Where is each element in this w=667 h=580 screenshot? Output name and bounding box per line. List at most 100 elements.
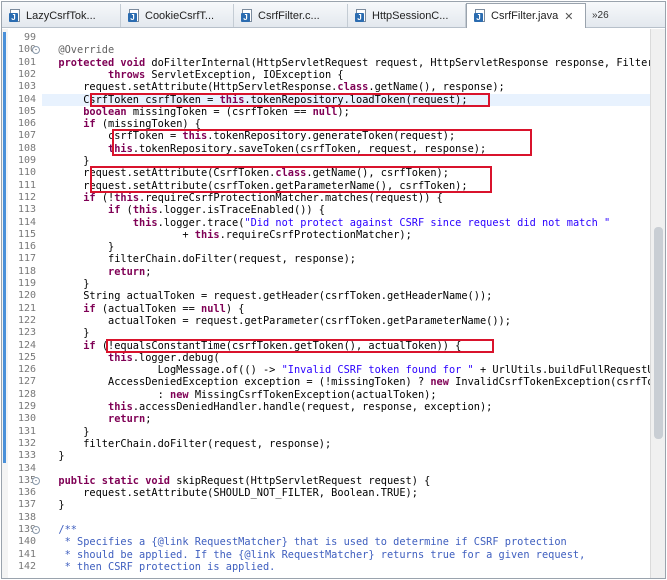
code-area[interactable]: @Override protected void doFilterInterna… [42, 29, 650, 578]
line-number: 121 [17, 302, 36, 314]
code-token: : [46, 388, 170, 401]
code-token: + [46, 228, 195, 241]
code-line[interactable]: } [46, 155, 89, 167]
code-token: missingToken = (csrfToken == [132, 105, 313, 118]
editor-tab[interactable]: J CsrfFilter.c... [234, 4, 348, 27]
code-token: } [46, 425, 90, 438]
code-token: this [114, 191, 140, 204]
line-number: 112 [17, 191, 36, 203]
code-line[interactable]: boolean missingToken = (csrfToken == nul… [46, 106, 350, 118]
line-number: 104 [17, 93, 36, 105]
code-token: } [46, 450, 65, 463]
code-token: skipRequest(HttpServletRequest request) … [176, 474, 431, 487]
code-line[interactable]: + this.requireCsrfProtectionMatcher); [46, 228, 412, 241]
line-number: 130 [17, 413, 36, 425]
scrollbar-thumb[interactable] [654, 227, 663, 439]
code-token: .logger.trace( [157, 216, 245, 229]
code-line[interactable]: String actualToken = request.getHeader(c… [46, 290, 492, 302]
editor-tab[interactable]: J LazyCsrfTok... [2, 4, 121, 27]
code-token: .requireCsrfProtectionMatcher.matches(re… [139, 191, 443, 204]
fold-toggle-icon[interactable]: - [32, 46, 40, 55]
editor-tab-bar: J LazyCsrfTok... J CookieCsrfT... J CsrfFilte… [2, 2, 665, 28]
fold-toggle-icon[interactable]: - [32, 476, 40, 485]
code-token: actualToken = request.getParameter(csrfT… [46, 314, 511, 327]
code-line[interactable]: public static void skipRequest(HttpServl… [46, 475, 430, 487]
code-line[interactable]: actualToken = request.getParameter(csrfT… [46, 315, 511, 327]
line-number: 138 [17, 511, 36, 523]
code-line[interactable]: } [46, 450, 65, 463]
code-token: filterChain.doFilter(request, response); [46, 437, 332, 450]
line-number: 105 [17, 105, 36, 117]
code-token: + UrlUtils.buildFullRequestUrl(request [479, 364, 650, 377]
code-line[interactable]: if (actualToken == null) { [46, 303, 244, 315]
code-line[interactable]: filterChain.doFilter(request, response); [46, 438, 331, 450]
editor-tab[interactable]: J HttpSessionC... [348, 4, 466, 27]
code-token: String actualToken = request.getHeader(c… [46, 290, 493, 303]
code-token: if [83, 302, 102, 315]
code-token: ; [145, 265, 152, 278]
code-line[interactable]: * should be applied. If the {@link Reque… [46, 549, 586, 561]
code-line[interactable]: /** [46, 524, 77, 536]
code-line[interactable]: } [46, 499, 64, 511]
code-line[interactable]: return; [46, 413, 151, 425]
line-number: 128 [17, 388, 36, 400]
code-line[interactable]: } [46, 327, 89, 339]
code-token: /** [46, 524, 77, 536]
code-token: ServletException, IOException { [151, 68, 344, 81]
line-number: 129 [17, 401, 36, 412]
change-ruler-bar [3, 32, 6, 463]
code-token: } [46, 241, 115, 254]
code-line[interactable]: this.accessDeniedHandler.handle(request,… [46, 401, 492, 413]
code-token: .requireCsrfProtectionMatcher); [219, 228, 412, 241]
code-token: return [108, 413, 146, 426]
code-line[interactable]: return; [46, 266, 151, 278]
fold-toggle-icon[interactable]: - [32, 526, 40, 534]
code-line[interactable]: if (missingToken) { [46, 118, 201, 130]
code-line[interactable]: protected void doFilterInternal(HttpServ… [46, 57, 650, 69]
code-line[interactable]: this.logger.trace("Did not protect again… [46, 217, 610, 229]
code-line[interactable]: @Override [46, 44, 114, 56]
line-number: 108 [17, 142, 36, 154]
line-number: 140 [17, 536, 36, 548]
code-token: doFilterInternal(HttpServletRequest requ… [151, 56, 650, 69]
highlight-box [106, 338, 494, 353]
code-line[interactable]: * Specifies a {@link RequestMatcher} tha… [46, 536, 567, 548]
line-number: 136 [17, 487, 36, 499]
code-line[interactable]: this.logger.debug( [46, 352, 220, 364]
code-editor[interactable]: 99 100-101 102 103 104 105 106 107 108 109 110 111 1… [2, 29, 665, 578]
line-number: 107 [17, 130, 36, 142]
code-line[interactable]: * then CSRF protection is applied. [46, 561, 276, 573]
line-number: 125 [17, 351, 36, 363]
code-line[interactable]: : new MissingCsrfTokenException(actualTo… [46, 389, 437, 401]
code-token: if [83, 339, 102, 352]
editor-tab[interactable]: J CookieCsrfT... [121, 4, 234, 27]
close-icon[interactable]: ✕ [564, 10, 573, 23]
code-line[interactable]: LogMessage.of(() -> "Invalid CSRF token … [46, 364, 650, 376]
code-line[interactable]: filterChain.doFilter(request, response); [46, 253, 356, 265]
tab-label: CookieCsrfT... [145, 9, 215, 22]
code-line[interactable]: AccessDeniedException exception = (!miss… [46, 376, 650, 388]
java-file-icon: J [127, 8, 141, 23]
tab-overflow-button[interactable]: »26 [592, 4, 609, 27]
code-token: .getName(), response); [368, 81, 505, 94]
code-line[interactable]: throws ServletException, IOException { [46, 69, 344, 81]
code-line[interactable]: if (!this.requireCsrfProtectionMatcher.m… [46, 192, 443, 204]
line-number: 134 [17, 462, 36, 474]
code-line[interactable]: } [46, 278, 89, 290]
editor-tab[interactable]: J CsrfFilter.java ✕ [466, 3, 586, 28]
code-line[interactable]: } [46, 241, 114, 253]
line-number: 117 [17, 253, 36, 265]
code-line[interactable]: if (this.logger.isTraceEnabled()) { [46, 204, 325, 216]
line-number: 131 [17, 425, 36, 437]
code-line[interactable]: request.setAttribute(HttpServletResponse… [46, 81, 505, 93]
code-line[interactable]: request.setAttribute(SHOULD_NOT_FILTER, … [46, 487, 418, 499]
vertical-scrollbar[interactable] [650, 29, 665, 578]
code-token: "Did not protect against CSRF since requ… [244, 216, 611, 229]
code-line[interactable]: } [46, 426, 89, 438]
tab-label: LazyCsrfTok... [26, 9, 96, 22]
